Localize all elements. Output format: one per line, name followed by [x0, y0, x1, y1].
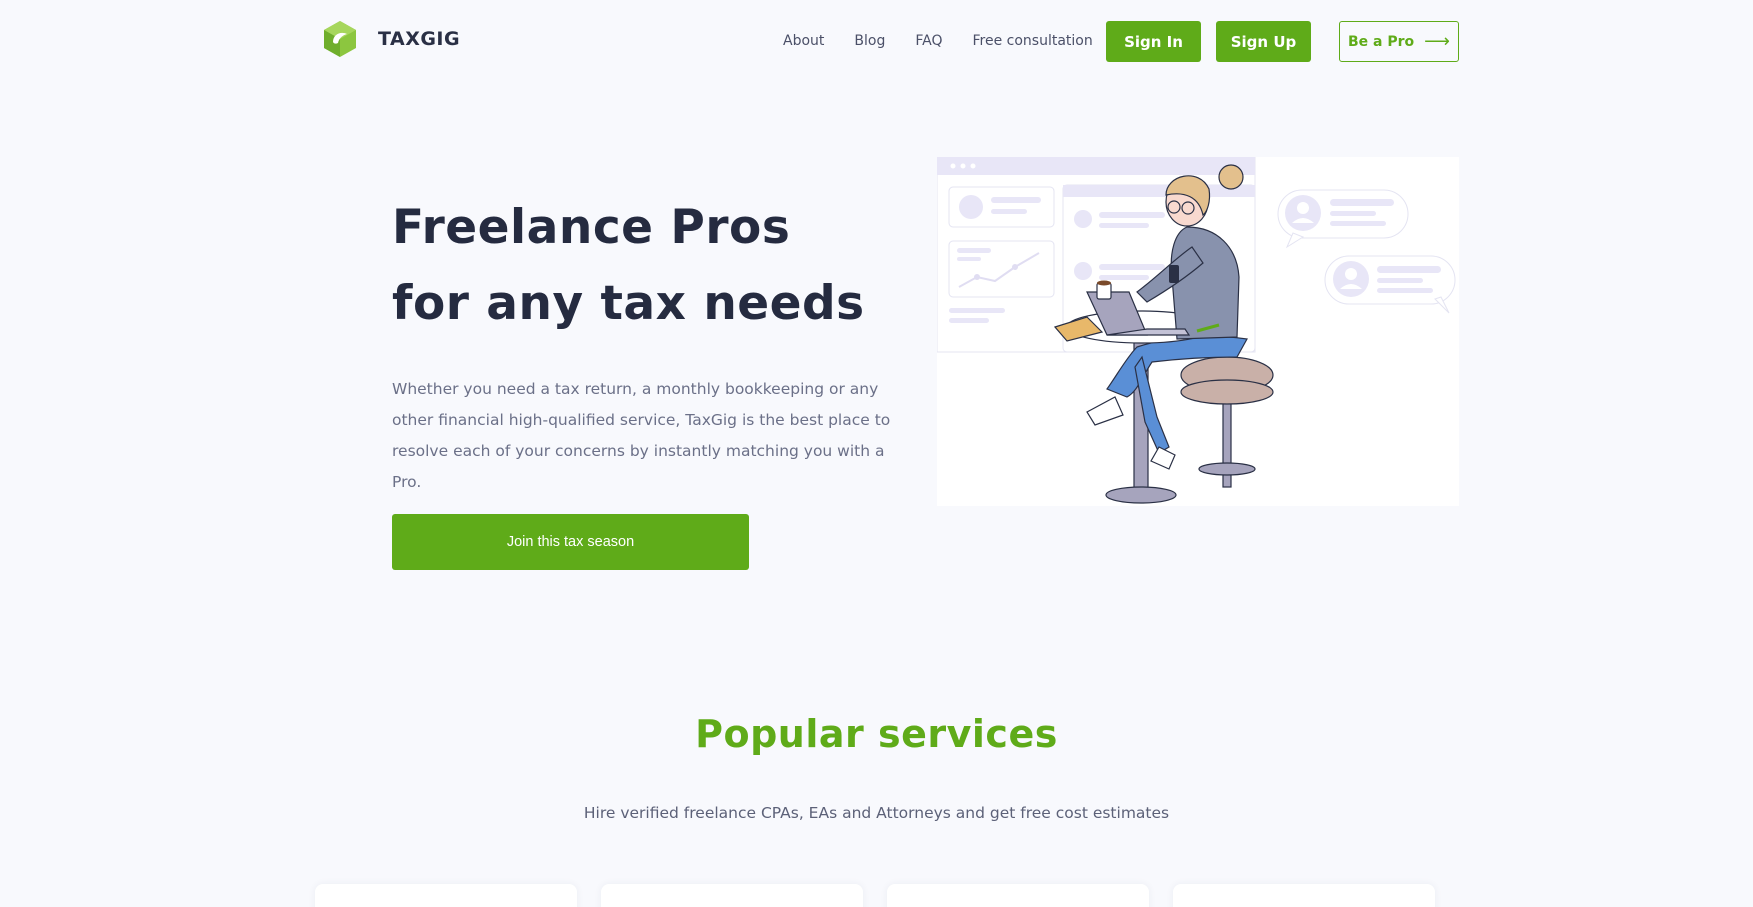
- nav-link-blog[interactable]: Blog: [854, 33, 885, 49]
- hero-title: Freelance Pros for any tax needs: [392, 200, 865, 331]
- service-card[interactable]: [601, 884, 863, 907]
- be-a-pro-button[interactable]: Be a Pro ⟶: [1339, 21, 1459, 62]
- popular-services-subtitle: Hire verified freelance CPAs, EAs and At…: [583, 804, 1170, 822]
- sign-in-button[interactable]: Sign In: [1106, 21, 1201, 62]
- logo-text: TAXGIG: [378, 28, 461, 50]
- hero-description: Whether you need a tax return, a monthly…: [392, 380, 891, 491]
- main-nav: About Blog FAQ Free consultation: [783, 33, 1123, 49]
- nav-link-faq[interactable]: FAQ: [915, 33, 942, 49]
- arrow-right-icon: ⟶: [1424, 31, 1450, 52]
- logo[interactable]: TAXGIG: [322, 20, 460, 58]
- service-card[interactable]: [887, 884, 1149, 907]
- nav-link-about[interactable]: About: [783, 33, 824, 49]
- service-card[interactable]: [315, 884, 577, 907]
- be-a-pro-label: Be a Pro: [1348, 33, 1415, 50]
- nav-link-free-consultation[interactable]: Free consultation: [972, 33, 1092, 49]
- popular-services-title: Popular services: [695, 712, 1058, 756]
- hero-illustration: [937, 157, 1459, 506]
- join-tax-season-button[interactable]: Join this tax season: [392, 514, 749, 570]
- logo-icon: [324, 21, 356, 57]
- site-header: TAXGIG About Blog FAQ Free consultation …: [0, 0, 1753, 84]
- sign-up-button[interactable]: Sign Up: [1216, 21, 1311, 62]
- service-card[interactable]: [1173, 884, 1435, 907]
